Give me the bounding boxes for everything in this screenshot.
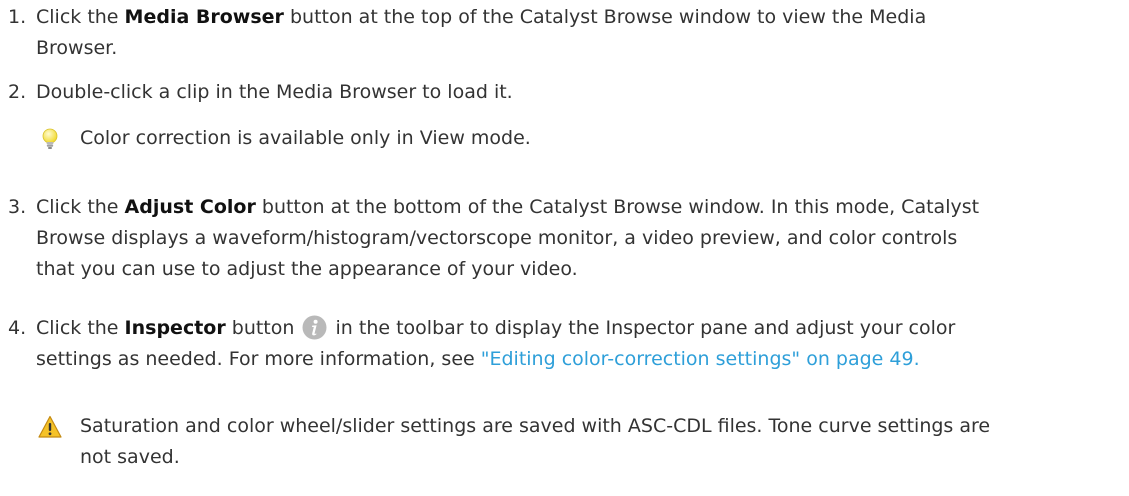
step-text-line2: settings as needed. For more information…	[36, 348, 481, 370]
step-text: Click the Media Browser button at the to…	[36, 2, 1116, 64]
info-icon	[302, 315, 327, 340]
step-text-pre: Click the	[36, 317, 125, 339]
media-browser-term: Media Browser	[124, 6, 284, 28]
step-text: Click the Inspector button in the toolba…	[36, 313, 1116, 375]
adjust-color-term: Adjust Color	[124, 196, 256, 218]
warning-text-line2: not saved.	[80, 446, 180, 468]
tip-text: Color correction is available only in Vi…	[80, 127, 531, 149]
step-text-line1: in the toolbar to display the Inspector …	[329, 317, 956, 339]
editing-color-correction-link[interactable]: "Editing color-correction settings" on p…	[481, 348, 920, 370]
warning-text: Saturation and color wheel/slider settin…	[80, 411, 1120, 473]
step-text-pre: Click the	[36, 6, 125, 28]
step-number: 1.	[8, 6, 27, 28]
inspector-term: Inspector	[124, 317, 226, 339]
step-number: 2.	[8, 81, 27, 103]
step-text: Double-click a clip in the Media Browser…	[36, 81, 513, 103]
lightbulb-icon	[42, 128, 58, 149]
instructions-document: 1. Click the Media Browser button at the…	[0, 0, 1129, 496]
step-text-mid: button	[225, 317, 301, 339]
step-number: 3.	[8, 196, 27, 218]
step-text-pre: Click the	[36, 196, 125, 218]
step-text-line2: Browser.	[36, 37, 118, 59]
warning-text-line1: Saturation and color wheel/slider settin…	[80, 415, 991, 437]
step-text-line3: that you can use to adjust the appearanc…	[36, 258, 578, 280]
step-text-line2: Browse displays a waveform/histogram/vec…	[36, 227, 958, 249]
step-text-line1: button at the top of the Catalyst Browse…	[283, 6, 927, 28]
step-number: 4.	[8, 317, 27, 339]
step-text: Click the Adjust Color button at the bot…	[36, 192, 1116, 285]
warning-icon	[38, 415, 62, 438]
step-text-line1: button at the bottom of the Catalyst Bro…	[255, 196, 980, 218]
